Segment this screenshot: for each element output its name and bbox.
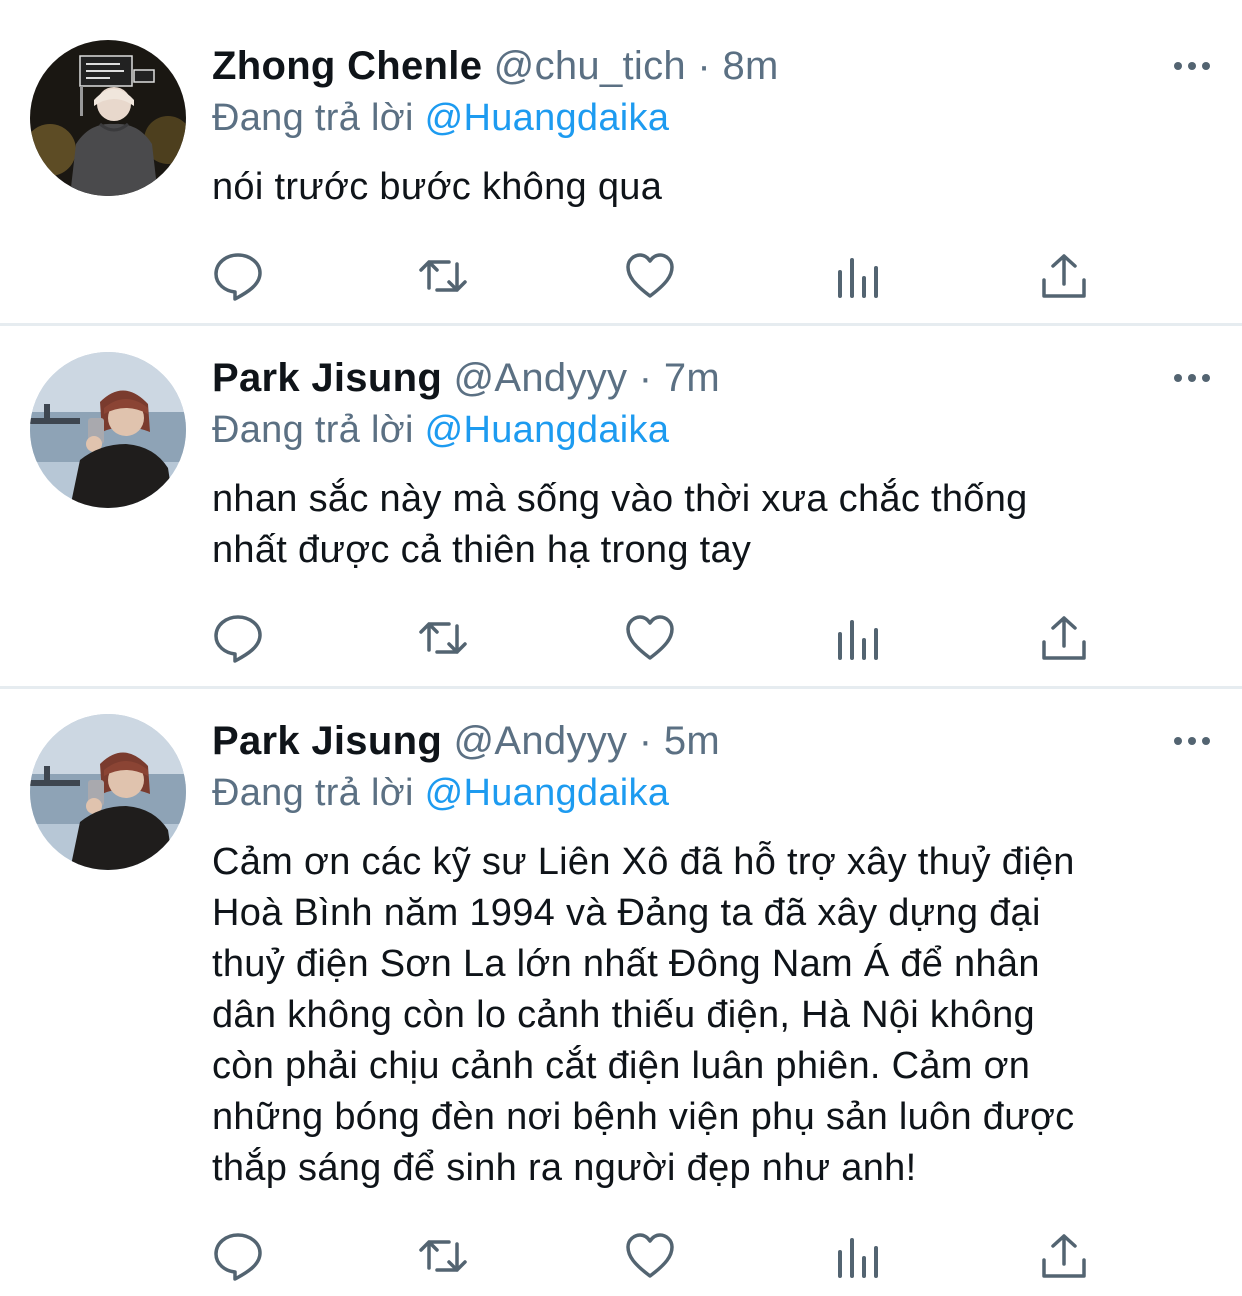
three-dots-icon — [1174, 737, 1210, 745]
tweet-text-line: còn phải chịu cảnh cắt điện luân phiên. … — [212, 1045, 1031, 1087]
separator-dot: · — [638, 719, 653, 763]
tweet-text: nói trước bước không qua — [212, 162, 1212, 213]
display-name[interactable]: Park Jisung — [212, 719, 442, 763]
replying-to: Đang trả lời @Huangdaika — [212, 406, 669, 454]
heart-icon — [626, 615, 674, 660]
timestamp[interactable]: 5m — [664, 719, 720, 763]
replying-to: Đang trả lời @Huangdaika — [212, 94, 669, 142]
mention-link[interactable]: @Huangdaika — [425, 97, 670, 139]
avatar[interactable] — [30, 352, 186, 508]
share-upload-icon — [1042, 616, 1086, 660]
display-name[interactable]: Zhong Chenle — [212, 44, 482, 88]
replying-to-label: Đang trả lời — [212, 409, 414, 451]
reply-button[interactable] — [212, 612, 264, 664]
tweet-text: Cảm ơn các kỹ sư Liên Xô đã hỗ trợ xây t… — [212, 837, 1212, 1194]
heart-icon — [626, 253, 674, 298]
tweet-text-line: dân không còn lo cảnh thiếu điện, Hà Nội… — [212, 994, 1035, 1036]
mention-link[interactable]: @Huangdaika — [425, 409, 670, 451]
separator-dot: · — [697, 44, 712, 88]
action-bar — [212, 1230, 1112, 1282]
bar-chart-icon — [838, 620, 878, 660]
tweet-text-line: nói trước bước không qua — [212, 166, 663, 208]
share-button[interactable] — [1038, 250, 1090, 302]
timestamp[interactable]: 7m — [664, 356, 720, 400]
retweet-arrows-icon — [419, 1240, 467, 1272]
tweet-header: Park Jisung @Andyyy · 5m — [212, 717, 720, 765]
separator-dot: · — [638, 356, 653, 400]
tweet-text-line: Hoà Bình năm 1994 và Đảng ta đã xây dựng… — [212, 892, 1041, 934]
tweet-text-line: nhan sắc này mà sống vào thời xưa chắc t… — [212, 478, 1028, 520]
tweet[interactable]: Park Jisung @Andyyy · 5m Đang trả lời @H… — [0, 688, 1242, 1296]
retweet-button[interactable] — [417, 1230, 469, 1282]
three-dots-icon — [1174, 374, 1210, 382]
timestamp[interactable]: 8m — [722, 44, 778, 88]
avatar[interactable] — [30, 40, 186, 196]
share-button[interactable] — [1038, 612, 1090, 664]
heart-icon — [626, 1233, 674, 1278]
analytics-button[interactable] — [832, 1230, 884, 1282]
analytics-button[interactable] — [832, 250, 884, 302]
avatar[interactable] — [30, 714, 186, 870]
user-handle[interactable]: @Andyyy — [453, 719, 627, 763]
replying-to-label: Đang trả lời — [212, 97, 414, 139]
tweet-text-line: thuỷ điện Sơn La lớn nhất Đông Nam Á để … — [212, 943, 1040, 985]
tweet-text-line: thắp sáng để sinh ra người đẹp như anh! — [212, 1147, 917, 1189]
retweet-button[interactable] — [417, 250, 469, 302]
speech-bubble-icon — [214, 615, 262, 663]
replying-to: Đang trả lời @Huangdaika — [212, 769, 669, 817]
like-button[interactable] — [624, 250, 676, 302]
retweet-arrows-icon — [419, 260, 467, 292]
reply-button[interactable] — [212, 1230, 264, 1282]
tweet-header: Park Jisung @Andyyy · 7m — [212, 354, 720, 402]
more-options-button[interactable] — [1172, 56, 1212, 76]
reply-button[interactable] — [212, 250, 264, 302]
tweet-text-line: Cảm ơn các kỹ sư Liên Xô đã hỗ trợ xây t… — [212, 841, 1075, 883]
mention-link[interactable]: @Huangdaika — [425, 772, 670, 814]
action-bar — [212, 612, 1112, 664]
retweet-button[interactable] — [417, 612, 469, 664]
tweet[interactable]: Park Jisung @Andyyy · 7m Đang trả lời @H… — [0, 326, 1242, 686]
analytics-button[interactable] — [832, 612, 884, 664]
action-bar — [212, 250, 1112, 302]
user-handle[interactable]: @chu_tich — [494, 44, 686, 88]
replying-to-label: Đang trả lời — [212, 772, 414, 814]
bar-chart-icon — [838, 1238, 878, 1278]
tweet-header: Zhong Chenle @chu_tich · 8m — [212, 42, 779, 90]
like-button[interactable] — [624, 1230, 676, 1282]
tweet-text: nhan sắc này mà sống vào thời xưa chắc t… — [212, 474, 1212, 576]
speech-bubble-icon — [214, 253, 262, 301]
retweet-arrows-icon — [419, 622, 467, 654]
display-name[interactable]: Park Jisung — [212, 356, 442, 400]
three-dots-icon — [1174, 62, 1210, 70]
more-options-button[interactable] — [1172, 368, 1212, 388]
tweet[interactable]: Zhong Chenle @chu_tich · 8m Đang trả lời… — [0, 0, 1242, 324]
share-upload-icon — [1042, 254, 1086, 298]
more-options-button[interactable] — [1172, 731, 1212, 751]
user-handle[interactable]: @Andyyy — [453, 356, 627, 400]
share-upload-icon — [1042, 1234, 1086, 1278]
bar-chart-icon — [838, 258, 878, 298]
share-button[interactable] — [1038, 1230, 1090, 1282]
tweet-text-line: nhất được cả thiên hạ trong tay — [212, 529, 752, 571]
speech-bubble-icon — [214, 1233, 262, 1281]
like-button[interactable] — [624, 612, 676, 664]
tweet-text-line: những bóng đèn nơi bệnh viện phụ sản luô… — [212, 1096, 1075, 1138]
